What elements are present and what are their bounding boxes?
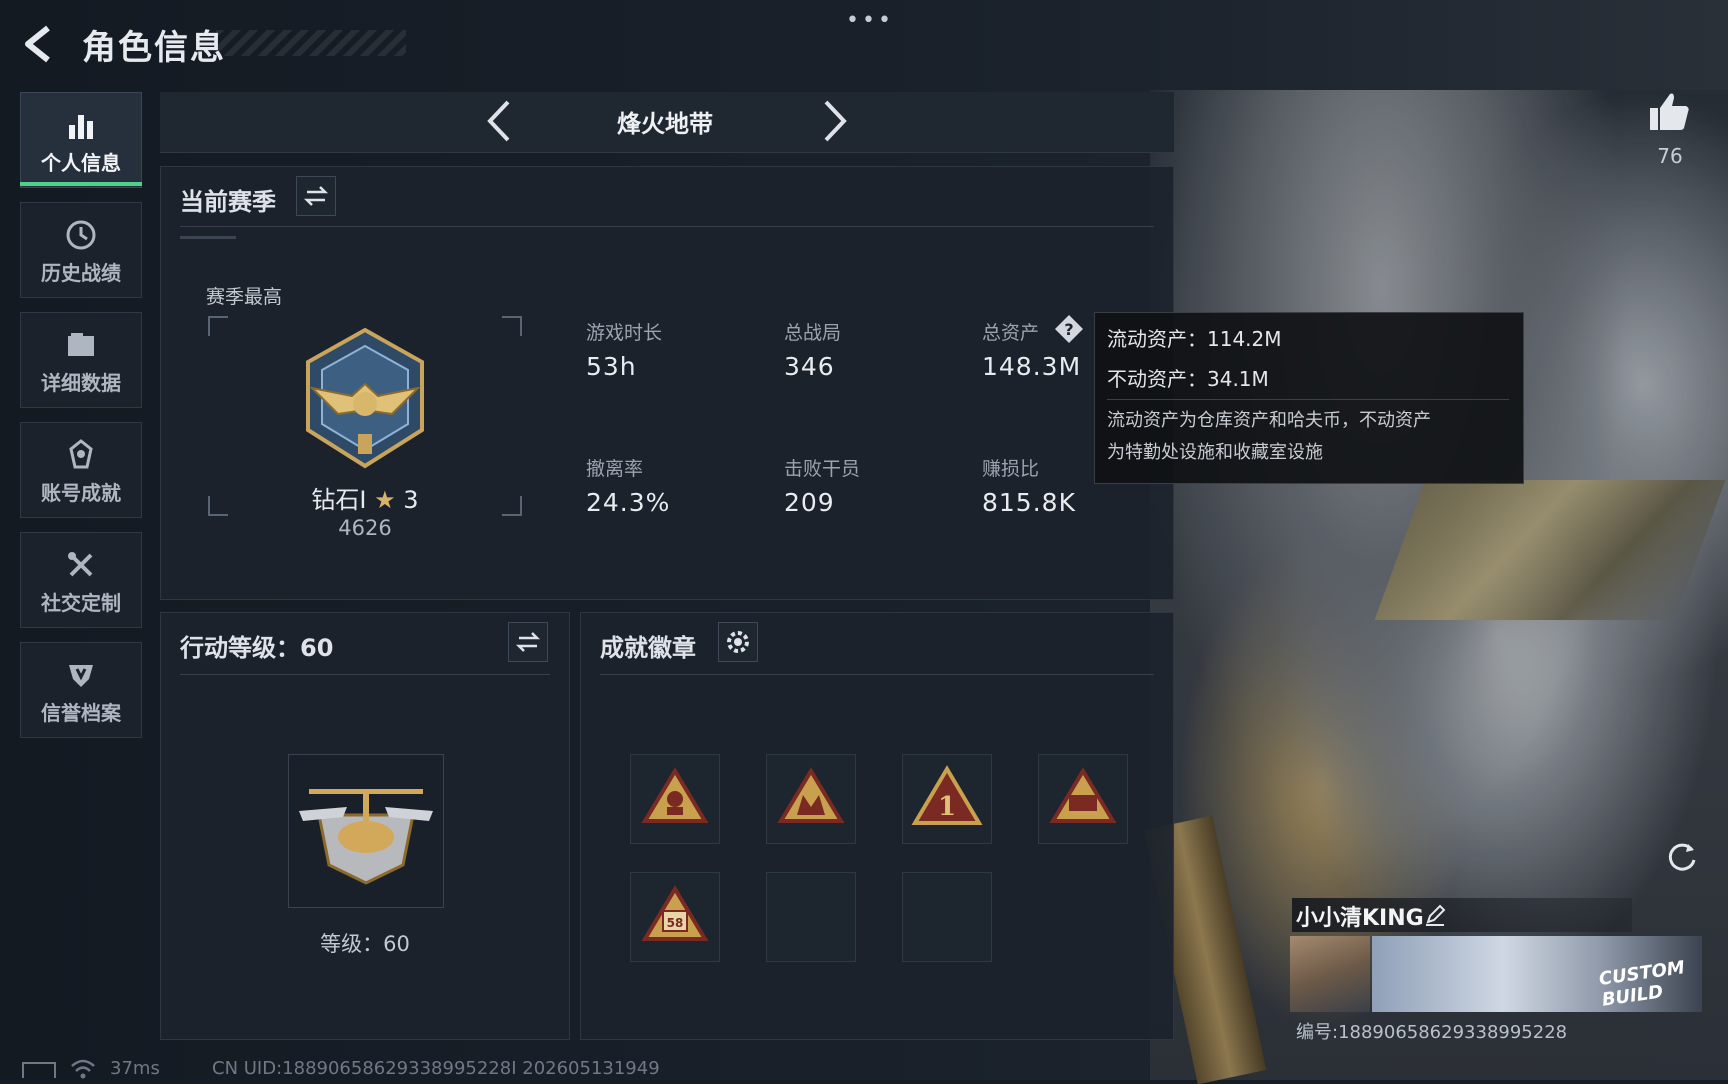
tooltip-liquid-assets: 流动资产：114.2M	[1107, 327, 1282, 351]
achievement-badge-icon: 58	[641, 885, 709, 941]
level-emblem-frame	[288, 754, 444, 908]
stat-label-total-assets: 总资产	[982, 322, 1040, 344]
season-switch-button[interactable]	[296, 176, 336, 216]
star-icon: ★	[374, 486, 396, 514]
achievement-badge-icon	[641, 767, 709, 823]
sidebar-item-label: 信誉档案	[41, 701, 121, 725]
sidebar-item-social-custom[interactable]: 社交定制	[20, 532, 142, 628]
title-accent	[180, 236, 236, 239]
badge-slot-empty[interactable]	[766, 872, 856, 962]
action-level-switch-button[interactable]	[508, 622, 548, 662]
character-armor-detail	[1374, 480, 1726, 620]
stat-value-total-matches: 346	[784, 352, 835, 381]
chevron-right-icon[interactable]	[818, 98, 852, 144]
badge-slot[interactable]	[1038, 754, 1128, 844]
stat-label-extract-rate: 撤离率	[586, 458, 644, 480]
stat-value-extract-rate: 24.3%	[586, 488, 671, 517]
divider	[180, 226, 1154, 227]
chevron-left-icon[interactable]	[482, 98, 516, 144]
helicopter-badge-icon	[299, 789, 433, 885]
badge-slot[interactable]	[766, 754, 856, 844]
uid-text: CN UID:18890658629338995228I 20260513194…	[212, 1058, 660, 1079]
rank-emblem-icon	[306, 327, 424, 469]
wifi-icon	[71, 1059, 95, 1079]
like-count: 76	[1657, 144, 1683, 168]
badges-settings-button[interactable]	[718, 622, 758, 662]
sidebar-item-credit-profile[interactable]: 信誉档案	[20, 642, 142, 738]
frame-corner	[208, 496, 228, 516]
folder-icon	[68, 333, 94, 356]
thumbs-up-icon[interactable]	[1646, 88, 1692, 134]
badge-slot-empty[interactable]	[902, 872, 992, 962]
back-arrow-icon[interactable]	[20, 24, 56, 64]
stat-label-playtime: 游戏时长	[586, 322, 663, 344]
divider	[180, 674, 550, 675]
tooltip-fixed-assets: 不动资产：34.1M	[1107, 367, 1269, 391]
tooltip-divider	[1107, 399, 1509, 400]
sidebar-item-detailed-data[interactable]: 详细数据	[20, 312, 142, 408]
level-text: 等级：60	[320, 932, 410, 956]
assets-tooltip: 流动资产：114.2M 不动资产：34.1M 流动资产为仓库资产和哈夫币，不动资…	[1094, 312, 1524, 484]
ping: 37ms	[110, 1058, 160, 1079]
svg-text:?: ?	[1064, 320, 1073, 339]
season-highest-label: 赛季最高	[206, 286, 283, 308]
sidebar-item-label: 个人信息	[41, 151, 121, 175]
frame-corner	[502, 316, 522, 336]
badges-title: 成就徽章	[600, 634, 696, 662]
rotate-icon[interactable]	[1664, 838, 1700, 874]
stat-value-total-assets: 148.3M	[982, 352, 1082, 381]
frame-corner	[502, 496, 522, 516]
stat-value-playtime: 53h	[586, 352, 637, 381]
achievement-badge-icon: 1	[911, 765, 983, 825]
mode-title: 烽火地带	[617, 110, 713, 138]
active-indicator	[20, 182, 142, 186]
badge-slot[interactable]: 1	[902, 754, 992, 844]
credit-shield-icon	[69, 665, 93, 687]
sidebar-item-achievements[interactable]: 账号成就	[20, 422, 142, 518]
tooltip-desc-line2: 为特勤处设施和收藏室设施	[1107, 442, 1323, 463]
player-photo	[1290, 936, 1370, 1012]
tools-icon	[68, 552, 93, 577]
divider	[600, 674, 1154, 675]
sidebar-item-label: 账号成就	[41, 481, 121, 505]
achievement-badge-icon	[777, 767, 845, 823]
history-icon	[66, 220, 96, 250]
sidebar-item-label: 社交定制	[41, 591, 121, 615]
stat-label-total-matches: 总战局	[784, 322, 842, 344]
sidebar-item-personal-info[interactable]: 个人信息	[20, 92, 142, 188]
season-title: 当前赛季	[180, 188, 276, 216]
action-level-title: 行动等级：60	[180, 634, 334, 662]
stat-value-profit-ratio: 815.8K	[982, 488, 1076, 517]
rank-points: 4626	[338, 516, 392, 540]
battery-icon	[22, 1062, 56, 1078]
page-title: 角色信息	[82, 28, 226, 68]
player-name: 小小清KING	[1296, 906, 1424, 931]
badge-number: 58	[667, 916, 684, 930]
player-id: 编号:18890658629338995228	[1296, 1022, 1568, 1043]
rank-stars: 3	[403, 486, 419, 514]
achievement-badge-icon	[1049, 767, 1117, 823]
stat-value-kills: 209	[784, 488, 835, 517]
badge-slot[interactable]: 58	[630, 872, 720, 962]
sidebar-item-label: 详细数据	[41, 371, 121, 395]
edit-icon[interactable]	[1424, 904, 1446, 926]
badge-slot[interactable]	[630, 754, 720, 844]
rank-name: 钻石Ⅰ	[311, 486, 367, 514]
bar-chart-icon	[69, 115, 93, 139]
tooltip-desc-line1: 流动资产为仓库资产和哈夫币，不动资产	[1107, 410, 1431, 431]
sidebar-item-label: 历史战绩	[41, 261, 121, 285]
stat-label-profit-ratio: 赚损比	[982, 458, 1040, 480]
gear-icon	[727, 631, 749, 653]
help-icon[interactable]: ?	[1054, 314, 1084, 344]
swap-icon	[303, 186, 329, 206]
sidebar-item-history[interactable]: 历史战绩	[20, 202, 142, 298]
achievement-icon	[69, 439, 93, 469]
title-decoration	[216, 30, 406, 56]
svg-text:1: 1	[938, 792, 956, 822]
frame-corner	[208, 316, 228, 336]
stat-label-kills: 击败干员	[784, 458, 861, 480]
more-options-icon[interactable]: •••	[846, 8, 894, 33]
rank-title: 钻石Ⅰ ★ 3	[300, 480, 430, 515]
swap-icon	[515, 632, 541, 652]
